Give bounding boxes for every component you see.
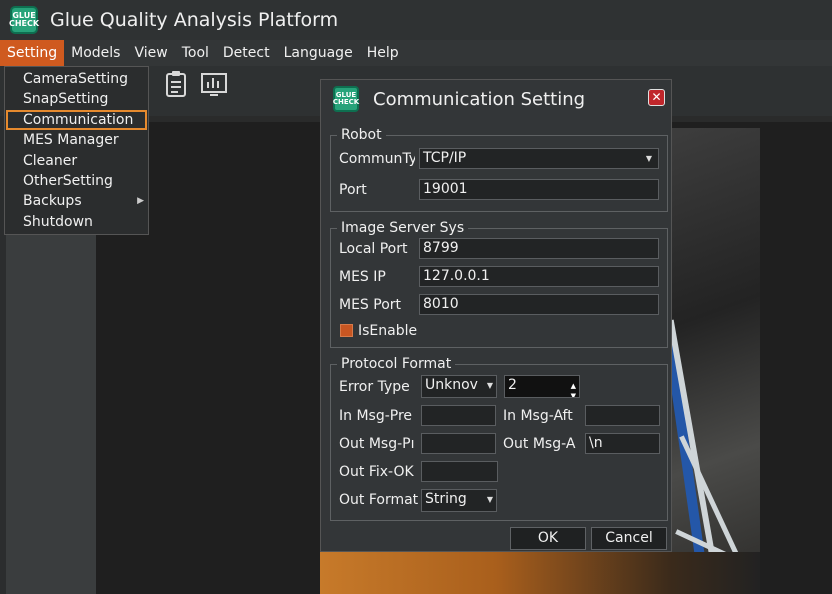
menu-item-mes-manager[interactable]: MES Manager (5, 130, 148, 150)
menu-item-snapsetting[interactable]: SnapSetting (5, 89, 148, 109)
in-msg-pre-label: In Msg-Pre (339, 408, 413, 424)
close-button[interactable]: ✕ (648, 89, 665, 106)
mes-port-input[interactable]: 8010 (419, 294, 659, 315)
submenu-arrow-icon: ▶ (137, 196, 144, 207)
group-title: Image Server Sys (337, 220, 469, 236)
is-enable-label: IsEnable (358, 323, 418, 339)
chevron-down-icon: ▼ (645, 154, 652, 163)
camera-image (672, 128, 760, 594)
out-format-label: Out Format (339, 492, 419, 508)
setting-dropdown-menu: CameraSetting SnapSetting Communication … (4, 66, 149, 235)
image-server-group: Image Server Sys Local Port 8799 MES IP … (330, 220, 668, 348)
spin-down-icon[interactable]: ▼ (571, 387, 576, 397)
communication-setting-dialog: GLUE CHECK Communication Setting ✕ Robot … (320, 79, 672, 552)
menu-item-communication[interactable]: Communication (6, 109, 147, 131)
mes-ip-label: MES IP (339, 269, 386, 285)
robot-group: Robot CommunTy TCP/IP ▼ Port 19001 (330, 127, 668, 212)
menu-tool[interactable]: Tool (175, 40, 216, 66)
commtype-select[interactable]: TCP/IP ▼ (419, 148, 659, 169)
dialog-logo: GLUE CHECK (333, 86, 359, 112)
menu-item-camerasetting[interactable]: CameraSetting (5, 69, 148, 89)
title-bar: GLUE CHECK Glue Quality Analysis Platform (0, 0, 832, 40)
mes-port-label: MES Port (339, 297, 402, 313)
menu-language[interactable]: Language (277, 40, 360, 66)
error-type-label: Error Type (339, 379, 410, 395)
local-port-input[interactable]: 8799 (419, 238, 659, 259)
menu-item-label: Backups (23, 193, 82, 210)
dialog-title: Communication Setting (373, 88, 586, 110)
menu-help[interactable]: Help (360, 40, 406, 66)
in-msg-aft-input[interactable] (585, 405, 660, 426)
out-format-select[interactable]: String ▼ (421, 489, 497, 512)
app-title: Glue Quality Analysis Platform (50, 9, 339, 31)
out-msg-aft-label: Out Msg-A (503, 436, 576, 452)
out-msg-pre-label: Out Msg-Pı (339, 436, 415, 452)
group-title: Protocol Format (337, 356, 456, 372)
port-input[interactable]: 19001 (419, 179, 659, 200)
error-number-value: 2 (508, 377, 517, 393)
menu-item-cleaner[interactable]: Cleaner (5, 151, 148, 171)
cancel-button[interactable]: Cancel (591, 527, 667, 550)
menu-detect[interactable]: Detect (216, 40, 277, 66)
chevron-down-icon: ▼ (486, 495, 493, 504)
is-enable-checkbox[interactable] (340, 324, 353, 337)
menu-item-othersetting[interactable]: OtherSetting (5, 171, 148, 191)
menu-item-backups[interactable]: Backups ▶ (5, 191, 148, 211)
error-type-value: Unknov (425, 377, 478, 393)
dialog-header: GLUE CHECK Communication Setting ✕ (321, 80, 671, 118)
menu-models[interactable]: Models (64, 40, 127, 66)
clipboard-icon[interactable] (162, 70, 190, 100)
protocol-format-group: Protocol Format Error Type Unknov ▼ 2 ▲ … (330, 356, 668, 521)
out-msg-pre-input[interactable] (421, 433, 496, 454)
in-msg-pre-input[interactable] (421, 405, 496, 426)
out-msg-aft-input[interactable]: \n (585, 433, 660, 454)
port-label: Port (339, 182, 367, 198)
out-fix-ok-input[interactable] (421, 461, 498, 482)
local-port-label: Local Port (339, 241, 408, 257)
chart-icon[interactable] (200, 70, 228, 100)
app-logo: GLUE CHECK (9, 6, 39, 34)
in-msg-aft-label: In Msg-Aft (503, 408, 573, 424)
error-type-select[interactable]: Unknov ▼ (421, 375, 497, 398)
ok-button[interactable]: OK (510, 527, 586, 550)
chevron-down-icon: ▼ (486, 381, 493, 390)
menu-view[interactable]: View (127, 40, 174, 66)
menu-item-shutdown[interactable]: Shutdown (5, 212, 148, 232)
menu-setting[interactable]: Setting (0, 40, 65, 66)
group-title: Robot (337, 127, 386, 143)
commtype-value: TCP/IP (423, 150, 467, 166)
camera-image-bottom (320, 552, 760, 594)
out-format-value: String (425, 491, 467, 507)
out-fix-ok-label: Out Fix-OK (339, 464, 414, 480)
mes-ip-input[interactable]: 127.0.0.1 (419, 266, 659, 287)
error-number-spinbox[interactable]: 2 ▲ ▼ (504, 375, 580, 398)
menu-bar: Setting Models View Tool Detect Language… (0, 40, 832, 66)
commtype-label: CommunTy (339, 151, 415, 167)
